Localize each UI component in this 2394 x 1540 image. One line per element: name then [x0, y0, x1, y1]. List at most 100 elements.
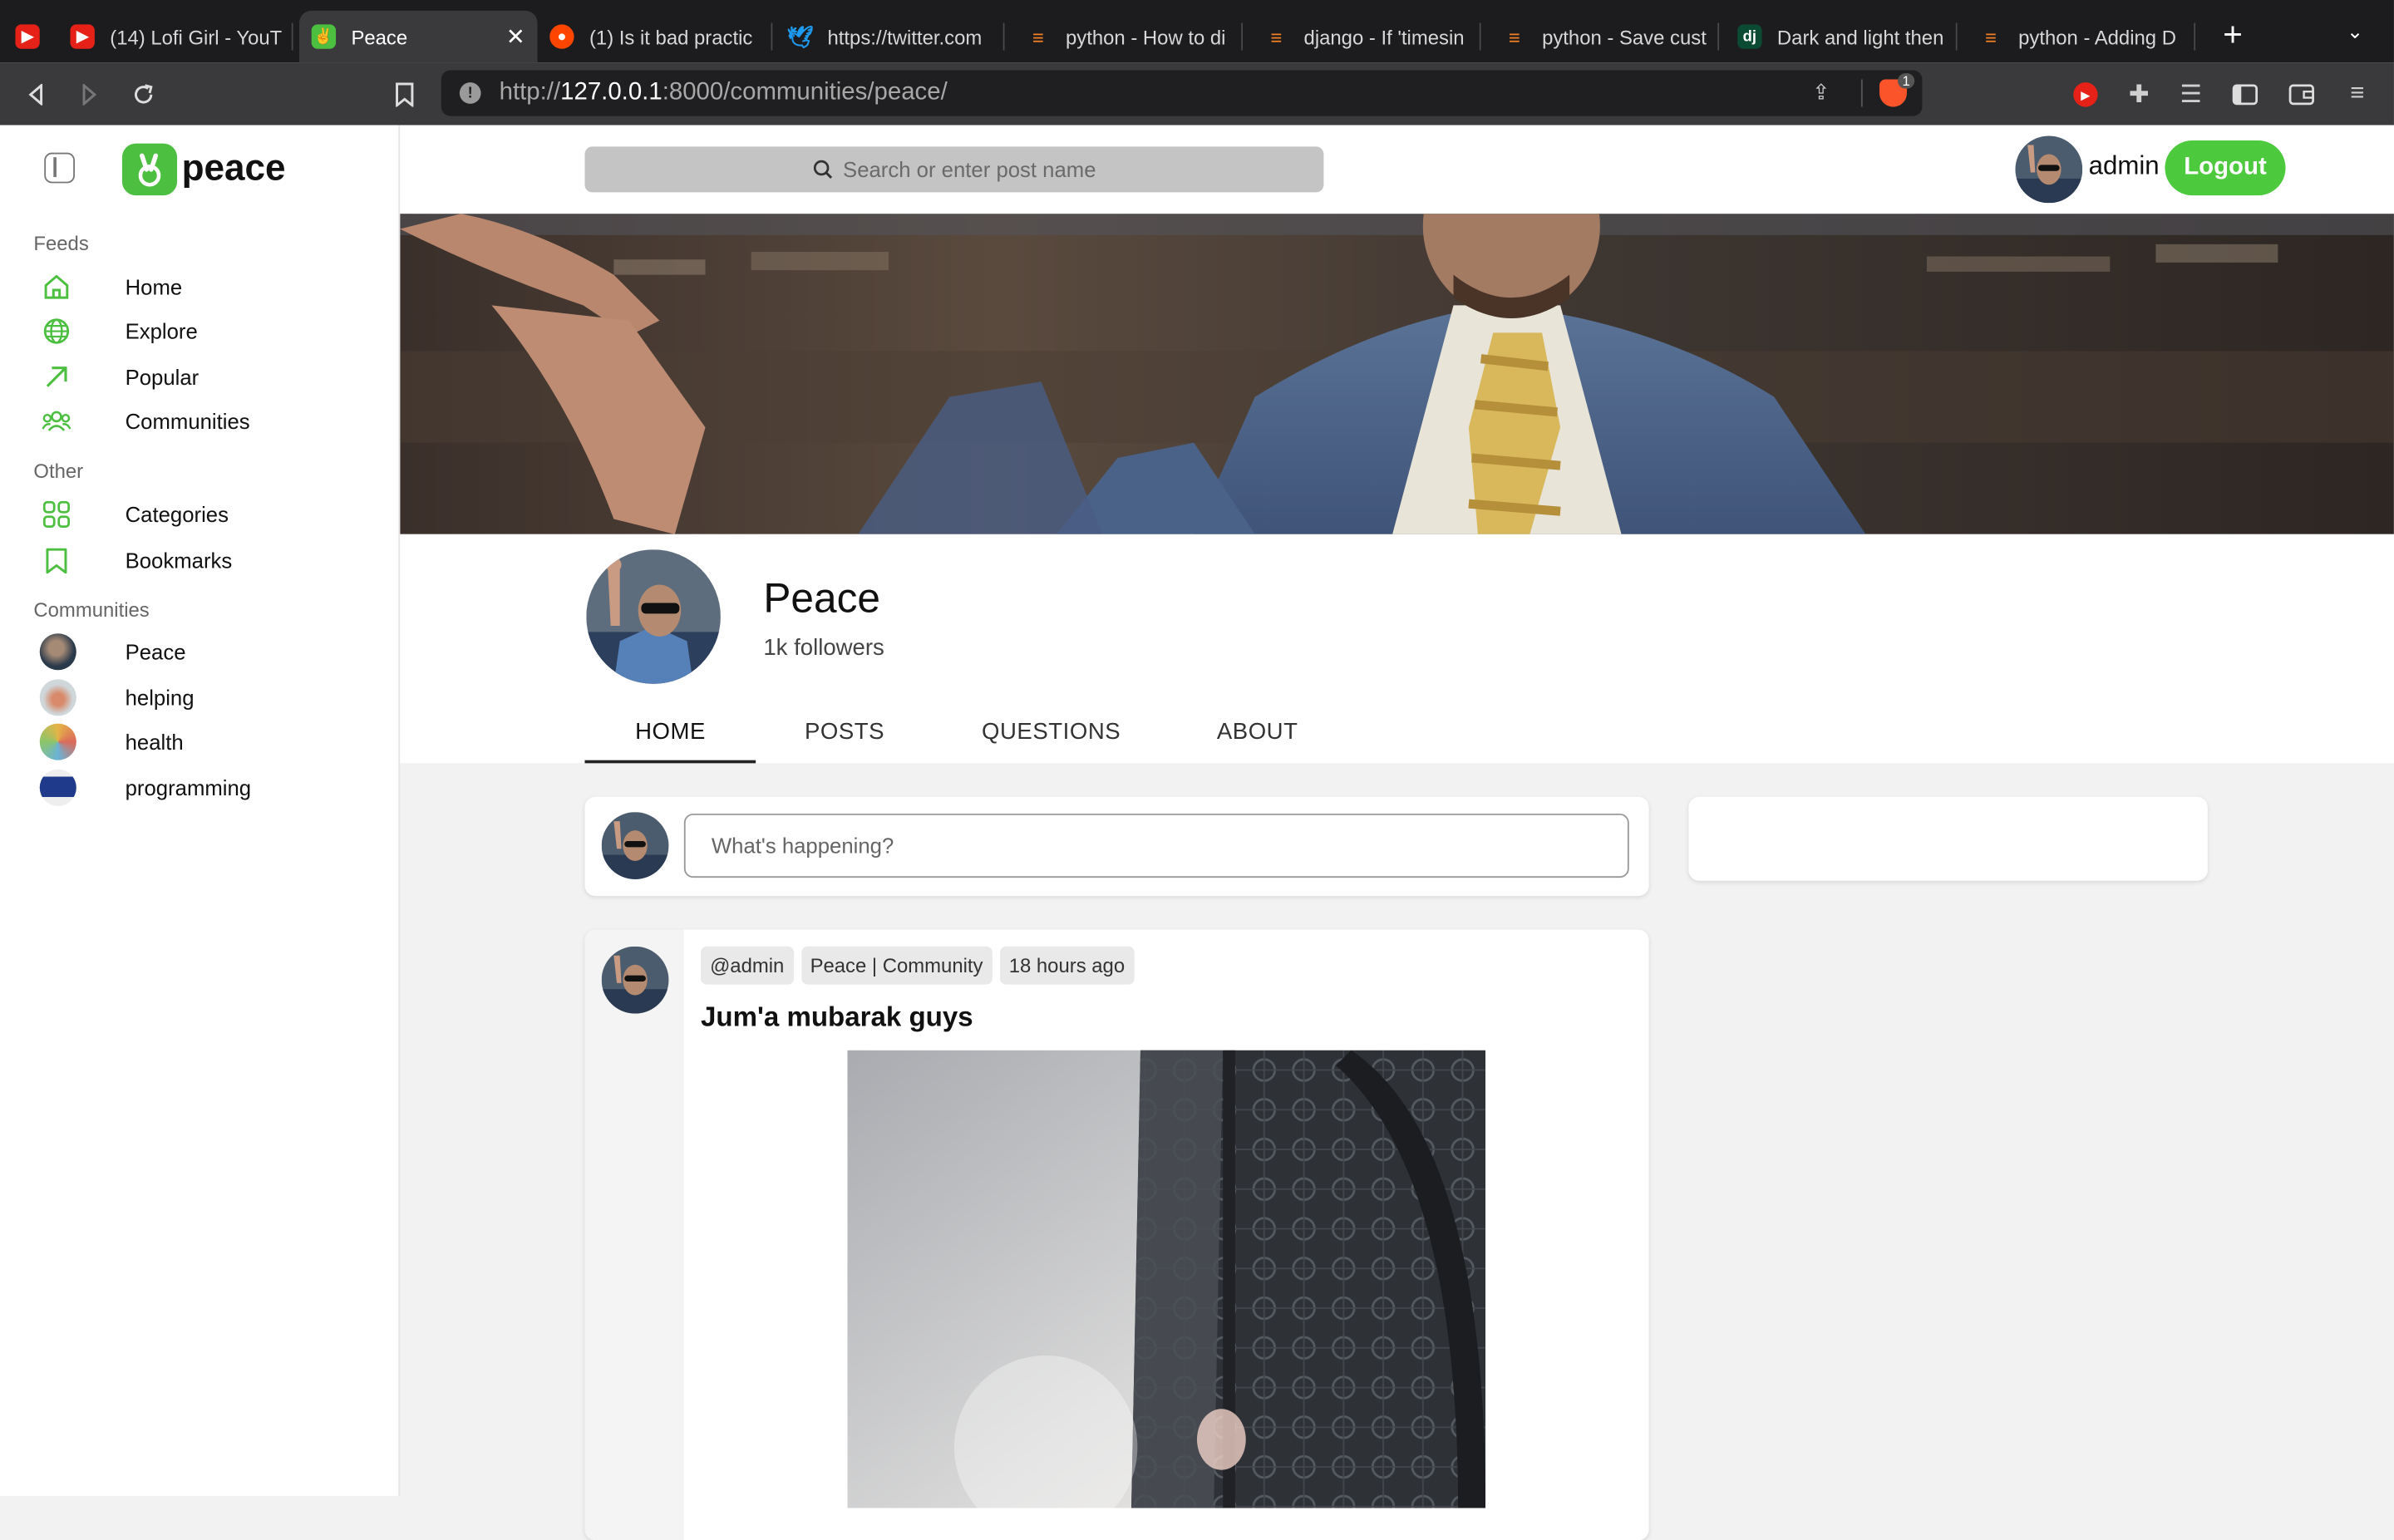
user-avatar[interactable] — [2015, 135, 2083, 204]
sidebar-community-helping[interactable]: helping — [39, 679, 195, 716]
sidebar-item-label: helping — [125, 685, 195, 711]
peace-icon: ✌ — [311, 24, 337, 49]
community-avatar — [39, 723, 76, 760]
home-icon — [40, 270, 73, 303]
forward-icon[interactable] — [70, 76, 106, 113]
post-time-chip: 18 hours ago — [999, 946, 1135, 985]
back-icon[interactable] — [18, 76, 55, 113]
sidebar-item-label: Home — [125, 274, 183, 299]
youtube-icon: ▶ — [15, 24, 40, 49]
tab-questions[interactable]: QUESTIONS — [982, 719, 1121, 745]
tab-posts[interactable]: POSTS — [805, 719, 884, 745]
menu-icon[interactable]: ≡ — [2339, 76, 2376, 113]
tab-title: Dark and light then — [1776, 25, 1944, 48]
sidebar-toggle-icon[interactable] — [44, 152, 75, 184]
url-text: http://127.0.0.1:8000/communities/peace/ — [499, 79, 948, 106]
address-bar[interactable]: ! http://127.0.0.1:8000/communities/peac… — [441, 70, 1923, 116]
sidebar-community-programming[interactable]: programming — [39, 769, 251, 806]
sidebar-item-label: health — [125, 729, 184, 755]
search-placeholder: Search or enter post name — [843, 157, 1096, 182]
sidebar-item-popular[interactable]: Popular — [40, 359, 199, 396]
stackoverflow-icon: ≡ — [1509, 25, 1520, 48]
active-tab-indicator — [584, 760, 756, 764]
community-avatar — [39, 679, 76, 716]
browser-tab[interactable]: 🕊 https://twitter.com — [788, 11, 1005, 62]
sidebar-item-explore[interactable]: Explore — [40, 313, 198, 350]
arrow-up-right-icon — [40, 360, 73, 393]
app: peace Feeds Home Explore Popular Communi… — [0, 125, 2394, 1540]
community-avatar — [39, 769, 76, 806]
compose-input[interactable]: What's happening? — [683, 813, 1629, 878]
tab-home[interactable]: HOME — [635, 719, 706, 745]
user-avatar — [601, 812, 669, 879]
post-image[interactable] — [847, 1050, 1486, 1508]
bookmark-icon — [40, 544, 73, 577]
post-community-chip[interactable]: Peace | Community — [800, 946, 993, 985]
tab-title: (1) Is it bad practic — [589, 25, 753, 48]
sidebar-item-home[interactable]: Home — [40, 268, 182, 305]
sidebar-panel-icon[interactable] — [2226, 76, 2263, 113]
search-icon — [814, 160, 833, 180]
sidebar-item-label: Explore — [125, 318, 198, 344]
share-icon[interactable]: ⇪ — [1812, 80, 1830, 106]
browser-tab[interactable]: ≡ python - How to di — [1026, 11, 1244, 62]
new-tab-icon[interactable]: + — [2223, 15, 2243, 55]
youtube-icon: ▶ — [70, 24, 95, 49]
browser-tab[interactable]: ≡ python - Save cust — [1502, 11, 1720, 62]
brand-name: peace — [181, 148, 286, 189]
stackoverflow-icon: ≡ — [1270, 25, 1283, 48]
post-gutter — [584, 929, 684, 1540]
search-input[interactable]: Search or enter post name — [584, 146, 1324, 193]
site-info-icon[interactable]: ! — [459, 82, 481, 104]
top-header: Search or enter post name admin Logout — [400, 125, 2394, 214]
compose-card: What's happening? — [584, 796, 1649, 897]
tab-title: Peace — [351, 25, 408, 48]
sidebar-item-categories[interactable]: Categories — [40, 496, 229, 533]
stackoverflow-icon: ≡ — [1985, 25, 1997, 48]
playlist-icon[interactable]: ☰ — [2173, 76, 2209, 113]
sidebar-item-label: programming — [125, 775, 252, 800]
community-header: Peace 1k followers HOME POSTS QUESTIONS … — [400, 534, 2394, 764]
peace-logo-icon — [121, 143, 178, 196]
browser-tab[interactable]: ≡ django - If 'timesin — [1264, 11, 1481, 62]
browser-toolbar: ! http://127.0.0.1:8000/communities/peac… — [0, 62, 2394, 125]
tab-title: django - If 'timesin — [1303, 25, 1465, 48]
django-icon: dj — [1737, 24, 1762, 49]
browser-tab[interactable]: ≡ python - Adding D — [1978, 11, 2196, 62]
post-author-avatar[interactable] — [601, 946, 669, 1014]
logout-button[interactable]: Logout — [2165, 140, 2286, 196]
reddit-icon: ● — [549, 24, 574, 49]
sidebar: peace Feeds Home Explore Popular Communi… — [0, 125, 401, 1496]
browser-tab[interactable]: dj Dark and light then — [1737, 11, 1958, 62]
feeds-section-title: Feeds — [33, 232, 89, 255]
tab-list-chevron-icon[interactable]: ⌄ — [2347, 20, 2363, 44]
sidebar-item-label: Communities — [125, 409, 250, 434]
shield-count-badge: 1 — [1898, 73, 1915, 89]
sidebar-item-communities[interactable]: Communities — [40, 403, 250, 440]
tab-title: python - Save cust — [1542, 25, 1707, 48]
brand-logo[interactable]: peace — [121, 143, 286, 196]
username[interactable]: admin — [2089, 151, 2160, 182]
post-card[interactable]: @admin Peace | Community 18 hours ago Jum'… — [584, 929, 1649, 1540]
sidebar-community-peace[interactable]: Peace — [39, 633, 186, 671]
sidebar-community-health[interactable]: health — [39, 723, 184, 760]
sidebar-item-bookmarks[interactable]: Bookmarks — [40, 542, 232, 578]
browser-tab[interactable]: ▶ — [15, 11, 57, 62]
youtube-extension-icon[interactable]: ▶ — [2067, 76, 2104, 113]
reload-icon[interactable] — [126, 76, 162, 113]
globe-icon — [40, 314, 73, 347]
browser-tab[interactable]: ▶ (14) Lofi Girl - YouT — [70, 11, 293, 62]
browser-tab-active[interactable]: ✌ Peace ✕ — [298, 10, 538, 63]
twitter-icon: 🕊 — [787, 23, 814, 48]
community-avatar — [586, 549, 721, 684]
sidebar-item-label: Popular — [125, 364, 200, 390]
tab-about[interactable]: ABOUT — [1217, 719, 1298, 745]
close-tab-icon[interactable]: ✕ — [506, 23, 525, 50]
bookmark-page-icon[interactable] — [387, 76, 423, 113]
browser-tab[interactable]: ● (1) Is it bad practic — [549, 11, 773, 62]
post-title[interactable]: Jum'a mubarak guys — [701, 1001, 973, 1034]
post-author-chip[interactable]: @admin — [701, 946, 794, 985]
wallet-icon[interactable] — [2283, 76, 2319, 113]
extensions-icon[interactable]: ✚ — [2121, 76, 2157, 113]
followers-count: 1k followers — [763, 635, 884, 662]
